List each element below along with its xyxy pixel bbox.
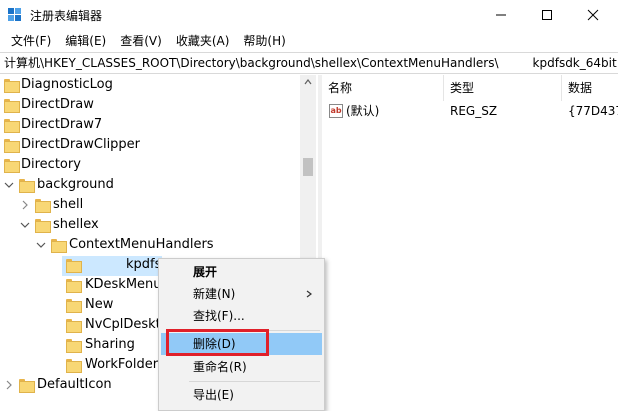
chevron-down-icon[interactable]	[36, 240, 46, 250]
value-type: REG_SZ	[450, 104, 498, 118]
tree-item-workfolders[interactable]: WorkFolders	[85, 357, 165, 372]
address-bar[interactable]: 计算机\HKEY_CLASSES_ROOT\Directory\backgrou…	[0, 52, 618, 74]
menu-item-find[interactable]: 查找(F)...	[161, 305, 322, 327]
chevron-down-icon[interactable]	[20, 220, 30, 230]
window-title: 注册表编辑器	[30, 9, 103, 23]
tree-item-shell[interactable]: shell	[53, 197, 83, 212]
tree-item-shellex[interactable]: shellex	[53, 217, 99, 232]
menu-item-rename[interactable]: 重命名(R)	[161, 356, 322, 378]
tree-item-directdraw[interactable]: DirectDraw	[21, 97, 94, 112]
column-type[interactable]: 类型	[444, 75, 562, 101]
close-button[interactable]	[570, 0, 616, 30]
tree-item-new[interactable]: New	[85, 297, 113, 312]
folder-icon	[4, 78, 20, 93]
registry-editor-icon	[8, 8, 22, 22]
folder-icon	[19, 178, 35, 193]
folder-icon	[4, 158, 20, 173]
menu-item-expand[interactable]: 展开	[161, 261, 322, 283]
folder-icon	[66, 278, 82, 293]
folder-icon	[66, 318, 82, 333]
folder-icon	[19, 378, 35, 393]
tree-item-kpdfs[interactable]: kpdfs	[126, 257, 161, 272]
tree-item-nvcpldesktop[interactable]: NvCplDeskto	[85, 317, 169, 332]
menu-item-export[interactable]: 导出(E)	[161, 384, 322, 406]
folder-icon	[35, 218, 51, 233]
chevron-right-icon[interactable]	[4, 380, 14, 390]
menu-item-new[interactable]: 新建(N)	[161, 283, 322, 305]
menu-separator	[189, 381, 320, 382]
tree-item-defaulticon[interactable]: DefaultIcon	[37, 377, 112, 392]
menu-file[interactable]: 文件(F)	[4, 30, 58, 52]
value-list[interactable]: 名称 类型 数据 ab (默认) REG_SZ {77D437	[322, 75, 618, 411]
folder-icon	[51, 238, 67, 253]
tree-item-diagnosticlog[interactable]: DiagnosticLog	[21, 77, 113, 92]
value-name[interactable]: (默认)	[346, 101, 379, 121]
tree-item-directdrawclipper[interactable]: DirectDrawClipper	[21, 137, 140, 152]
folder-icon	[35, 198, 51, 213]
chevron-down-icon[interactable]	[4, 180, 14, 190]
tree-item-directory[interactable]: Directory	[21, 157, 81, 172]
tree-item-directdraw7[interactable]: DirectDraw7	[21, 117, 102, 132]
tree-item-contextmenuhandlers[interactable]: ContextMenuHandlers	[69, 237, 214, 252]
menu-item-new-label: 新建(N)	[193, 287, 236, 301]
address-key: kpdfsdk_64bit	[532, 56, 617, 70]
close-icon	[587, 9, 599, 21]
menu-edit[interactable]: 编辑(E)	[58, 30, 113, 52]
folder-icon	[66, 338, 82, 353]
menu-help[interactable]: 帮助(H)	[236, 30, 292, 52]
address-path: 计算机\HKEY_CLASSES_ROOT\Directory\backgrou…	[4, 56, 499, 70]
folder-icon	[4, 138, 20, 153]
chevron-right-icon[interactable]	[20, 200, 30, 210]
folder-icon	[66, 358, 82, 373]
folder-icon	[66, 258, 82, 273]
tree-item-background[interactable]: background	[37, 177, 114, 192]
minimize-icon	[496, 14, 506, 16]
folder-icon	[4, 118, 20, 133]
submenu-arrow-icon	[306, 290, 312, 298]
value-data: {77D437	[568, 104, 618, 118]
maximize-button[interactable]	[524, 0, 570, 30]
callout-highlight-box	[166, 329, 269, 356]
maximize-icon	[542, 10, 552, 20]
scroll-up-icon[interactable]	[304, 79, 312, 85]
column-name[interactable]: 名称	[322, 75, 444, 101]
menu-bar: 文件(F) 编辑(E) 查看(V) 收藏夹(A) 帮助(H)	[0, 30, 618, 52]
string-value-icon: ab	[329, 104, 343, 118]
title-bar: 注册表编辑器	[0, 0, 618, 30]
tree-item-sharing[interactable]: Sharing	[85, 337, 135, 352]
folder-icon	[66, 298, 82, 313]
column-data[interactable]: 数据	[562, 75, 618, 101]
folder-icon	[4, 98, 20, 113]
menu-favorites[interactable]: 收藏夹(A)	[169, 30, 237, 52]
scrollbar-thumb[interactable]	[303, 158, 313, 176]
menu-view[interactable]: 查看(V)	[113, 30, 169, 52]
minimize-button[interactable]	[478, 0, 524, 30]
